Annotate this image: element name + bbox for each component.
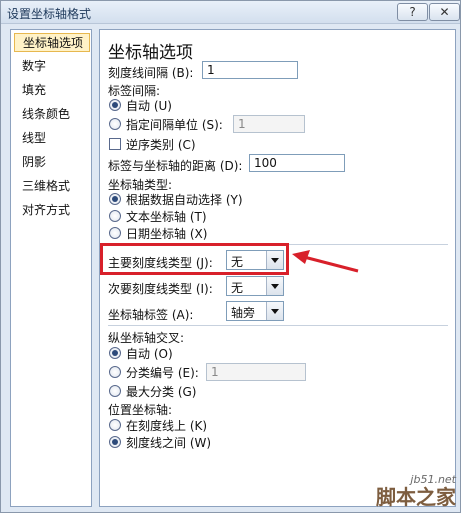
watermark-name: 脚本之家 <box>376 485 456 509</box>
minor-tick-type-value: 无 <box>231 281 244 295</box>
close-button[interactable]: ✕ <box>429 3 460 21</box>
position-axis-label: 位置坐标轴: <box>108 403 173 417</box>
cross-auto-radio[interactable] <box>109 347 121 359</box>
annotation-arrow-icon <box>292 250 359 273</box>
nav-item-number[interactable]: 数字 <box>14 57 90 76</box>
cross-category-radio[interactable] <box>109 366 121 378</box>
label-interval-auto-label: 自动 (U) <box>126 99 172 113</box>
cross-category-label: 分类编号 (E): <box>126 366 199 380</box>
section-title: 坐标轴选项 <box>108 43 193 63</box>
nav-item-line-color[interactable]: 线条颜色 <box>14 105 90 124</box>
cross-category-input[interactable]: 1 <box>206 363 306 381</box>
label-interval-specify-radio[interactable] <box>109 118 121 130</box>
label-distance-label: 标签与坐标轴的距离 (D): <box>108 159 243 173</box>
nav-item-fill[interactable]: 填充 <box>14 81 90 100</box>
axis-type-text-label: 文本坐标轴 (T) <box>126 210 207 224</box>
axis-type-text-radio[interactable] <box>109 210 121 222</box>
category-list: 坐标轴选项 数字 填充 线条颜色 线型 阴影 三维格式 对齐方式 <box>10 29 92 507</box>
chevron-down-icon[interactable] <box>266 277 283 295</box>
highlight-box <box>100 243 289 275</box>
label-interval-auto-radio[interactable] <box>109 99 121 111</box>
position-on-tick-radio[interactable] <box>109 419 121 431</box>
tick-interval-label: 刻度线间隔 (B): <box>108 66 194 80</box>
dialog-window: 设置坐标轴格式 ? ✕ 坐标轴选项 数字 填充 线条颜色 线型 阴影 三维格式 … <box>0 0 461 513</box>
axis-labels-select[interactable]: 轴旁 <box>226 301 284 321</box>
cross-max-radio[interactable] <box>109 385 121 397</box>
chevron-down-icon[interactable] <box>266 302 283 320</box>
arrow-shaft <box>303 255 359 273</box>
nav-item-3d-format[interactable]: 三维格式 <box>14 177 90 196</box>
nav-item-axis-options[interactable]: 坐标轴选项 <box>14 33 90 52</box>
arrow-head <box>292 250 310 264</box>
title-bar: 设置坐标轴格式 ? ✕ <box>1 1 460 24</box>
axis-labels-label: 坐标轴标签 (A): <box>108 308 194 322</box>
position-on-tick-label: 在刻度线上 (K) <box>126 419 208 433</box>
axis-labels-value: 轴旁 <box>231 306 256 320</box>
nav-item-shadow[interactable]: 阴影 <box>14 153 90 172</box>
nav-item-line-style[interactable]: 线型 <box>14 129 90 148</box>
dialog-title: 设置坐标轴格式 <box>7 7 92 21</box>
options-panel: 坐标轴选项 刻度线间隔 (B): 1 标签间隔: 自动 (U) 指定间隔单位 (… <box>99 29 456 507</box>
cross-max-label: 最大分类 (G) <box>126 385 197 399</box>
minor-tick-type-label: 次要刻度线类型 (I): <box>108 282 213 296</box>
label-interval-specify-label: 指定间隔单位 (S): <box>126 118 223 132</box>
axis-type-date-radio[interactable] <box>109 227 121 239</box>
tick-interval-input[interactable]: 1 <box>202 61 298 79</box>
reverse-categories-label: 逆序类别 (C) <box>126 138 196 152</box>
nav-item-alignment[interactable]: 对齐方式 <box>14 201 90 220</box>
axis-type-date-label: 日期坐标轴 (X) <box>126 227 208 241</box>
axis-type-auto-radio[interactable] <box>109 193 121 205</box>
reverse-categories-checkbox[interactable] <box>109 138 121 150</box>
cross-auto-label: 自动 (O) <box>126 347 173 361</box>
position-between-label: 刻度线之间 (W) <box>126 436 212 450</box>
watermark-logo: jb51.net 脚本之家 <box>376 473 456 509</box>
label-interval-specify-input[interactable]: 1 <box>233 115 305 133</box>
minor-tick-type-select[interactable]: 无 <box>226 276 284 296</box>
help-button[interactable]: ? <box>397 3 428 21</box>
axis-cross-label: 纵坐标轴交叉: <box>108 331 185 345</box>
label-distance-input[interactable]: 100 <box>249 154 345 172</box>
axis-type-auto-label: 根据数据自动选择 (Y) <box>126 193 243 207</box>
position-between-radio[interactable] <box>109 436 121 448</box>
divider <box>108 325 448 326</box>
